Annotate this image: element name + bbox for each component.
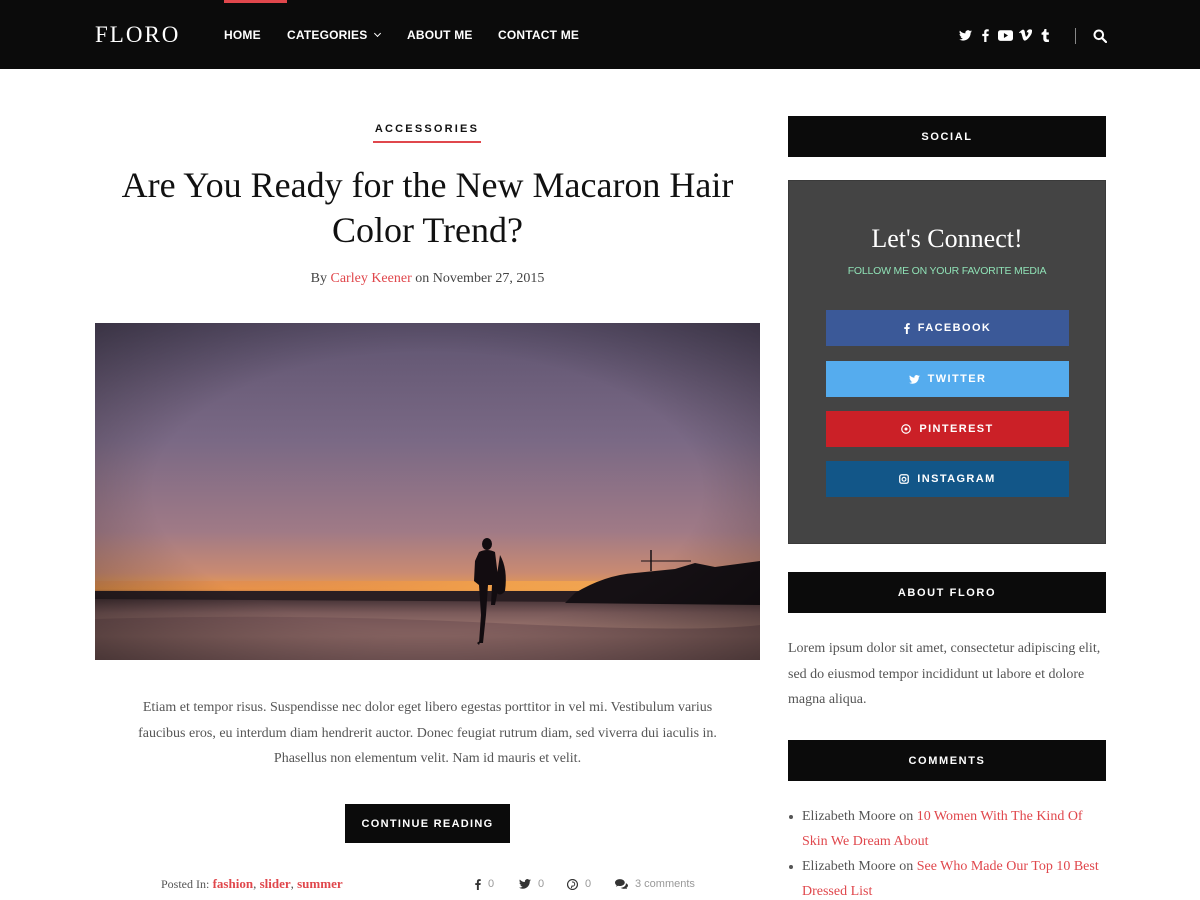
share-twitter[interactable]: 0 — [519, 878, 544, 890]
about-text: Lorem ipsum dolor sit amet, consectetur … — [788, 641, 1101, 707]
comments-count: 3 comments — [635, 878, 695, 890]
byline-by: By — [310, 271, 327, 286]
comments-widget-heading: COMMENTS — [788, 740, 1106, 781]
sunset-beach-silhouette-image — [95, 323, 760, 660]
facebook-icon — [475, 878, 481, 890]
comments-icon — [615, 879, 628, 889]
twitter-button-label: TWITTER — [927, 373, 987, 385]
twitter-icon — [908, 374, 920, 384]
list-item: Elizabeth Moore on See Who Made Our Top … — [789, 854, 1102, 900]
youtube-icon[interactable] — [995, 27, 1015, 43]
post-tags: Posted In: fashion, slider, summer — [161, 876, 343, 891]
byline-date: on November 27, 2015 — [415, 271, 545, 286]
post-title[interactable]: Are You Ready for the New Macaron Hair C… — [95, 163, 760, 253]
instagram-icon — [899, 474, 910, 484]
nav-home-label: HOME — [224, 28, 261, 42]
about-widget-heading: ABOUT FLORO — [788, 572, 1106, 613]
facebook-button-label: FACEBOOK — [917, 322, 992, 334]
comment-author: Elizabeth Moore — [802, 809, 896, 824]
list-item: Elizabeth Moore on 10 Women With The Kin… — [789, 804, 1102, 854]
twitter-icon[interactable] — [955, 27, 975, 43]
instagram-follow-button[interactable]: INSTAGRAM — [826, 461, 1069, 497]
site-logo[interactable]: FLORO — [95, 22, 180, 48]
twitter-follow-button[interactable]: TWITTER — [826, 361, 1069, 397]
continue-reading-button[interactable]: CONTINUE READING — [345, 804, 510, 843]
chevron-down-icon — [374, 29, 382, 38]
pinterest-button-label: PINTEREST — [919, 423, 994, 435]
search-icon[interactable] — [1093, 29, 1108, 44]
vimeo-icon[interactable] — [1015, 27, 1035, 43]
post-excerpt: Etiam et tempor risus. Suspendisse nec d… — [138, 700, 717, 766]
post-category-link[interactable]: ACCESSORIES — [373, 123, 481, 143]
tag-link[interactable]: slider — [260, 876, 291, 891]
social-widget-heading: SOCIAL — [788, 116, 1106, 157]
tumblr-icon[interactable] — [1035, 27, 1055, 43]
recent-comments-list: Elizabeth Moore on 10 Women With The Kin… — [789, 804, 1102, 900]
top-navigation-bar: FLORO HOME CATEGORIES ABOUT ME CONTACT M… — [0, 0, 1200, 69]
facebook-follow-button[interactable]: FACEBOOK — [826, 310, 1069, 346]
instagram-button-label: INSTAGRAM — [917, 473, 996, 485]
share-facebook[interactable]: 0 — [475, 878, 494, 890]
pinterest-share-count: 0 — [585, 878, 592, 890]
comment-on: on — [899, 809, 914, 824]
header-social-links — [955, 27, 1055, 43]
twitter-share-count: 0 — [538, 878, 545, 890]
pinterest-icon — [567, 878, 578, 890]
comment-author: Elizabeth Moore — [802, 859, 896, 874]
post-featured-image[interactable] — [95, 323, 760, 660]
facebook-share-count: 0 — [488, 878, 495, 890]
nav-contact-label: CONTACT ME — [498, 28, 580, 42]
facebook-icon[interactable] — [975, 27, 995, 43]
connect-subtitle: FOLLOW ME ON YOUR FAVORITE MEDIA — [847, 265, 1047, 277]
nav-about-label: ABOUT ME — [407, 28, 473, 42]
connect-title: Let's Connect! — [871, 224, 1023, 253]
nav-item-categories[interactable]: CATEGORIES — [287, 0, 407, 69]
author-link[interactable]: Carley Keener — [331, 271, 412, 286]
post-byline: By Carley Keener on November 27, 2015 — [95, 271, 760, 287]
nav-item-contact-me[interactable]: CONTACT ME — [498, 0, 598, 69]
pinterest-follow-button[interactable]: PINTEREST — [826, 411, 1069, 447]
share-pinterest[interactable]: 0 — [567, 878, 591, 890]
facebook-icon — [903, 322, 910, 334]
nav-item-home[interactable]: HOME — [224, 0, 287, 69]
pinterest-icon — [901, 424, 912, 434]
social-widget: Let's Connect! FOLLOW ME ON YOUR FAVORIT… — [788, 180, 1106, 544]
nav-categories-label: CATEGORIES — [287, 28, 368, 42]
comment-on: on — [899, 859, 914, 874]
twitter-icon — [519, 879, 531, 889]
header-divider — [1075, 28, 1076, 44]
posted-in-label: Posted In: — [161, 877, 210, 891]
main-nav: HOME CATEGORIES ABOUT ME CONTACT ME — [224, 0, 598, 69]
comments-count-link[interactable]: 3 comments — [615, 878, 695, 890]
tag-link[interactable]: summer — [297, 876, 343, 891]
tag-link[interactable]: fashion — [213, 876, 253, 891]
nav-item-about-me[interactable]: ABOUT ME — [407, 0, 498, 69]
